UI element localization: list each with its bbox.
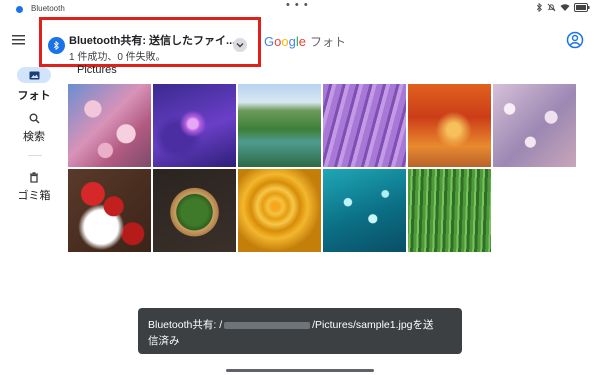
nav-label-search: 検索 (23, 131, 45, 143)
photo-thumbnail[interactable] (68, 84, 151, 167)
nav-divider (28, 155, 42, 156)
bluetooth-notification-icon (48, 37, 65, 54)
mute-icon (547, 3, 556, 12)
status-icons (536, 3, 590, 12)
photo-icon (17, 67, 51, 83)
notification-text: 1 件成功、0 件失敗。 (69, 52, 166, 63)
photo-thumbnail[interactable] (68, 169, 151, 252)
photo-thumbnail[interactable] (408, 84, 491, 167)
menu-icon[interactable] (12, 34, 26, 46)
trash-icon (10, 172, 58, 183)
account-icon[interactable] (566, 31, 584, 49)
notification-title: Bluetooth共有: 送信したファイ... (69, 35, 236, 47)
nav-item-search[interactable]: 検索 (10, 113, 58, 144)
toast-text-suffix: /Pictures/sample1.jpgを送 (312, 319, 434, 331)
photo-thumbnail[interactable] (323, 84, 406, 167)
section-title: Pictures (77, 64, 117, 76)
redacted-path (224, 321, 311, 329)
google-wordmark: Google (264, 34, 306, 49)
photo-thumbnail[interactable] (238, 84, 321, 167)
photos-wordmark: フォト (309, 35, 346, 49)
nav-label-photos: フォト (17, 90, 51, 102)
wifi-icon (560, 4, 570, 11)
nav-item-photos[interactable]: フォト (10, 67, 58, 103)
battery-icon (574, 3, 590, 12)
photo-thumbnail[interactable] (238, 169, 321, 252)
nav-item-trash[interactable]: ゴミ箱 (10, 172, 58, 203)
photo-thumbnail[interactable] (153, 169, 236, 252)
status-bar: Bluetooth • • • (0, 0, 600, 18)
multitasking-dots[interactable]: • • • (286, 0, 309, 11)
photo-thumbnail[interactable] (323, 169, 406, 252)
bluetooth-status-icon (16, 6, 23, 13)
screen: Bluetooth • • • Google フォト Bluetooth共有: … (0, 0, 600, 375)
toast-snackbar: Bluetooth共有: / /Pictures/sample1.jpgを送 信済… (138, 308, 462, 354)
photo-thumbnail[interactable] (153, 84, 236, 167)
search-icon (10, 113, 58, 124)
home-indicator[interactable] (226, 369, 374, 372)
photo-thumbnail[interactable] (493, 84, 576, 167)
status-app-name: Bluetooth (31, 4, 65, 13)
photo-grid (68, 84, 576, 252)
app-logo: Google フォト (264, 33, 346, 50)
toast-text-prefix: Bluetooth共有: / (148, 319, 223, 331)
bluetooth-icon (536, 3, 542, 12)
nav-label-trash: ゴミ箱 (17, 190, 51, 202)
photo-thumbnail[interactable] (408, 169, 491, 252)
toast-text-line2: 信済み (148, 335, 180, 347)
chevron-down-icon[interactable] (233, 38, 247, 52)
